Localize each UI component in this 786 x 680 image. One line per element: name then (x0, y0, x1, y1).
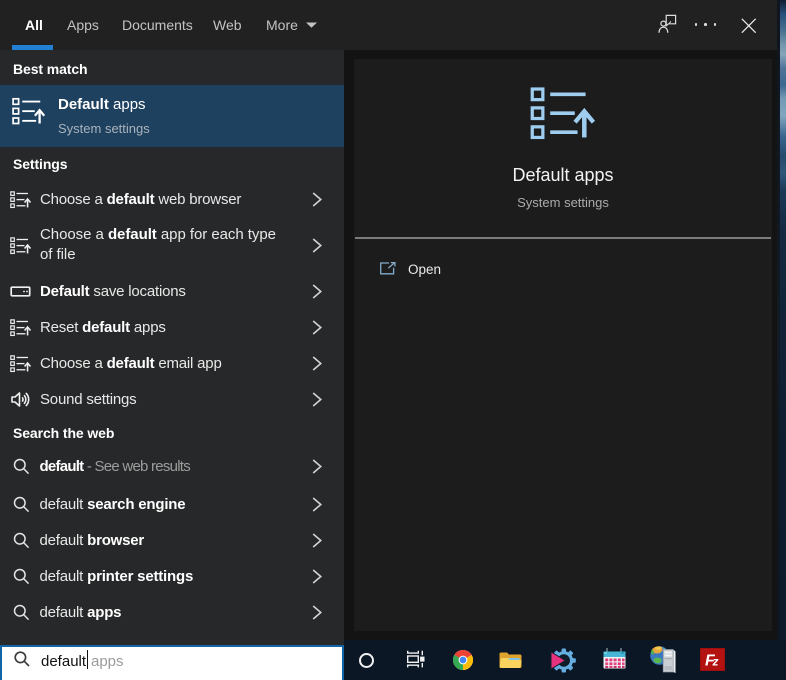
svg-text:z: z (712, 655, 719, 669)
